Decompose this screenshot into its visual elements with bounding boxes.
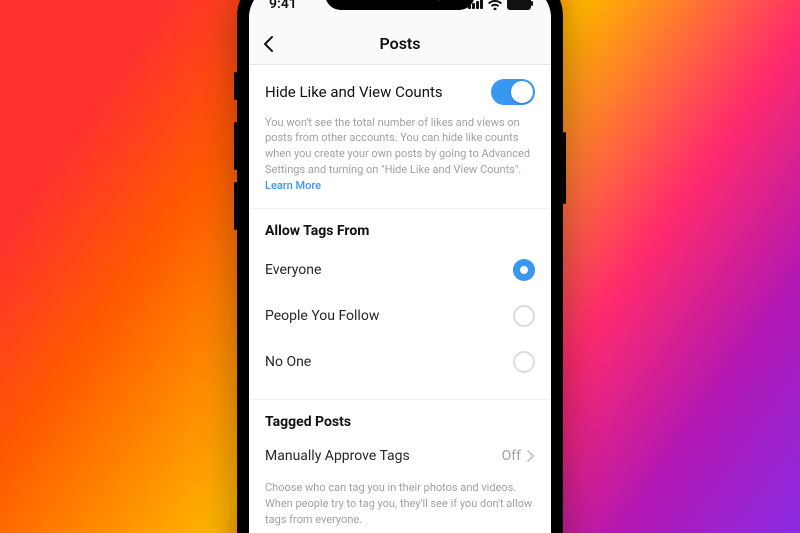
phone-side-button: [563, 132, 566, 204]
status-time: 9:41: [269, 0, 297, 12]
tagged-posts-description: Choose who can tag you in their photos a…: [265, 480, 535, 528]
manually-approve-label: Manually Approve Tags: [265, 448, 410, 464]
gradient-background: 9:41 Posts Hide Like and View Counts: [0, 0, 800, 533]
tag-option-label: People You Follow: [265, 308, 379, 324]
hide-counts-row[interactable]: Hide Like and View Counts: [265, 79, 535, 105]
radio-unselected-icon[interactable]: [513, 305, 535, 327]
manually-approve-row[interactable]: Manually Approve Tags Off: [265, 438, 535, 470]
learn-more-link[interactable]: Learn More: [265, 179, 321, 192]
back-icon[interactable]: [259, 34, 279, 54]
manually-approve-value-text: Off: [502, 448, 521, 464]
settings-content: Hide Like and View Counts You won't see …: [249, 65, 551, 533]
hide-counts-desc-text: You won't see the total number of likes …: [265, 116, 530, 177]
phone-side-button: [234, 182, 237, 230]
tag-option-label: No One: [265, 354, 311, 370]
chevron-right-icon: [527, 450, 535, 462]
tag-option-everyone[interactable]: Everyone: [265, 247, 535, 293]
phone-side-button: [234, 122, 237, 170]
page-title: Posts: [249, 34, 551, 53]
radio-selected-icon[interactable]: [513, 259, 535, 281]
hide-counts-description: You won't see the total number of likes …: [265, 115, 535, 195]
phone-side-button: [234, 72, 237, 100]
phone-frame: 9:41 Posts Hide Like and View Counts: [237, 0, 563, 533]
battery-icon: [507, 0, 531, 10]
tagged-posts-title: Tagged Posts: [265, 414, 535, 430]
hide-counts-toggle[interactable]: [491, 79, 535, 105]
tagged-posts-section: Tagged Posts Manually Approve Tags Off C…: [249, 400, 551, 533]
tag-option-label: Everyone: [265, 262, 321, 278]
allow-tags-title: Allow Tags From: [265, 223, 535, 239]
radio-unselected-icon[interactable]: [513, 351, 535, 373]
nav-bar: Posts: [249, 24, 551, 65]
phone-screen: 9:41 Posts Hide Like and View Counts: [249, 0, 551, 533]
phone-notch: [325, 0, 475, 10]
manually-approve-value: Off: [502, 448, 535, 464]
hide-counts-section: Hide Like and View Counts You won't see …: [249, 65, 551, 210]
status-indicators: [468, 0, 531, 10]
tag-option-people-you-follow[interactable]: People You Follow: [265, 293, 535, 339]
wifi-icon: [487, 0, 503, 10]
tag-option-no-one[interactable]: No One: [265, 339, 535, 385]
allow-tags-section: Allow Tags From Everyone People You Foll…: [249, 209, 551, 400]
camera-dot: [435, 0, 443, 1]
hide-counts-label: Hide Like and View Counts: [265, 83, 443, 101]
